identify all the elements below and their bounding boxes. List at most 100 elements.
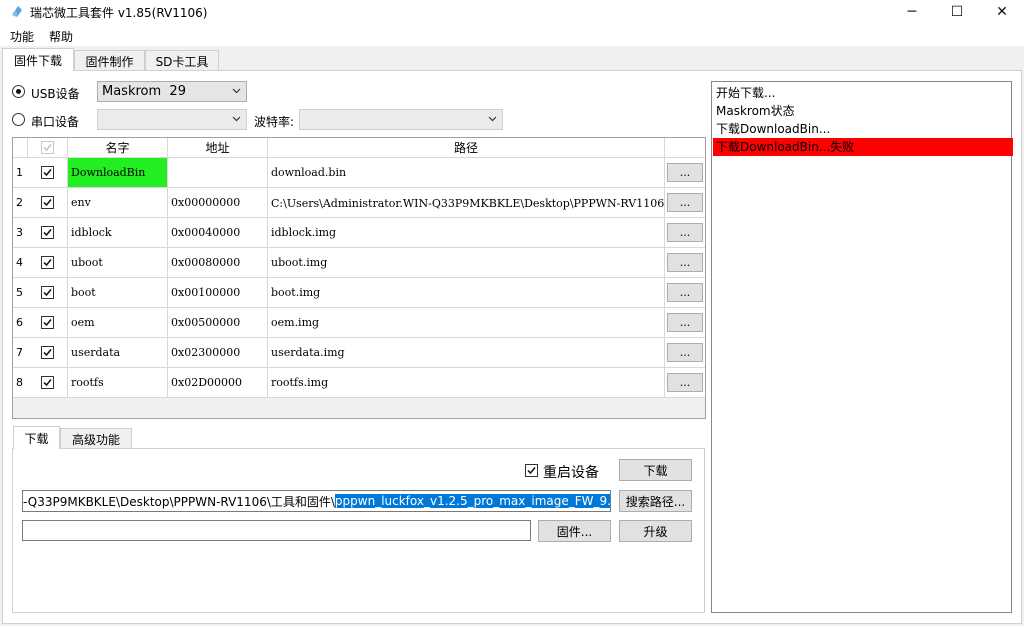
browse-cell: ... [665,308,705,338]
path-cell[interactable]: idblock.img [268,218,665,248]
path-selected-text: pppwn_luckfox_v1.2.5_pro_max_image_FW_9.… [334,494,610,508]
address-cell[interactable]: 0x00080000 [168,248,268,278]
checkmark-icon [43,229,52,237]
address-cell[interactable] [168,158,268,188]
firmware-button[interactable]: 固件... [538,520,611,542]
browse-cell: ... [665,368,705,398]
row-checkbox[interactable] [41,286,54,299]
browse-cell: ... [665,158,705,188]
reboot-checkbox[interactable] [525,464,538,477]
address-cell[interactable]: 0x02300000 [168,338,268,368]
row-checkbox[interactable] [41,166,54,179]
row-checkbox[interactable] [41,256,54,269]
checkmark-icon [527,467,536,475]
name-cell[interactable]: rootfs [68,368,168,398]
path-cell[interactable]: boot.img [268,278,665,308]
header-address: 地址 [168,138,268,158]
row-checkbox[interactable] [41,226,54,239]
path-cell[interactable]: userdata.img [268,338,665,368]
browse-cell: ... [665,218,705,248]
download-button[interactable]: 下载 [619,459,692,481]
path-cell[interactable]: oem.img [268,308,665,338]
name-cell[interactable]: env [68,188,168,218]
check-cell [28,248,68,278]
address-cell[interactable]: 0x00500000 [168,308,268,338]
browse-cell: ... [665,338,705,368]
row-checkbox[interactable] [41,346,54,359]
checkmark-icon [43,199,52,207]
tab-sd-tool[interactable]: SD卡工具 [145,50,219,71]
baud-rate-select[interactable] [299,109,503,130]
log-line: Maskrom状态 [716,104,795,118]
check-cell [28,278,68,308]
subtab-download[interactable]: 下载 [13,426,60,449]
checkmark-icon [43,144,52,152]
row-number: 4 [13,248,28,278]
browse-cell: ... [665,188,705,218]
menu-function[interactable]: 功能 [10,28,34,45]
name-cell[interactable]: boot [68,278,168,308]
path-cell[interactable]: uboot.img [268,248,665,278]
serial-label: 串口设备 [31,115,80,129]
path-cell[interactable]: download.bin [268,158,665,188]
name-cell[interactable]: userdata [68,338,168,368]
log-panel: 开始下载... Maskrom状态 下载DownloadBin... 下载Dow… [711,81,1013,613]
minimize-button[interactable]: ─ [889,0,935,24]
row-number: 2 [13,188,28,218]
browse-button[interactable]: ... [667,343,703,362]
name-cell[interactable]: idblock [68,218,168,248]
chevron-down-icon [488,116,497,122]
firmware-input[interactable] [22,520,531,541]
log-line-error: 下载DownloadBin...失败 [713,138,1013,156]
maximize-button[interactable]: ☐ [934,0,980,24]
window-title: 瑞芯微工具套件 v1.85(RV1106) [30,6,208,20]
corner-cell [13,138,28,158]
browse-cell: ... [665,248,705,278]
browse-button[interactable]: ... [667,223,703,242]
select-all-checkbox[interactable] [41,141,54,154]
serial-radio[interactable] [12,113,25,126]
usb-radio[interactable] [12,85,25,98]
path-cell[interactable]: C:\Users\Administrator.WIN-Q33P9MKBKLE\D… [268,188,665,218]
tab-firmware-download[interactable]: 固件下载 [2,48,74,71]
close-button[interactable]: ✕ [979,0,1024,24]
browse-cell: ... [665,278,705,308]
serial-device-select[interactable] [97,109,247,130]
address-cell[interactable]: 0x02D00000 [168,368,268,398]
name-cell[interactable]: DownloadBin [68,158,168,188]
app-icon [12,6,22,17]
name-cell[interactable]: uboot [68,248,168,278]
subtab-advanced[interactable]: 高级功能 [60,428,132,449]
browse-button[interactable]: ... [667,193,703,212]
menu-bar [0,24,1024,46]
browse-button[interactable]: ... [667,253,703,272]
row-checkbox[interactable] [41,316,54,329]
header-path: 路径 [268,138,665,158]
name-cell[interactable]: oem [68,308,168,338]
browse-button[interactable]: ... [667,163,703,182]
address-cell[interactable]: 0x00000000 [168,188,268,218]
path-cell[interactable]: rootfs.img [268,368,665,398]
row-checkbox[interactable] [41,196,54,209]
upgrade-button[interactable]: 升级 [619,520,692,542]
address-cell[interactable]: 0x00100000 [168,278,268,308]
usb-device-select[interactable]: Maskrom 29 [97,81,247,102]
menu-help[interactable]: 帮助 [49,28,73,45]
checkmark-icon [43,379,52,387]
row-number: 5 [13,278,28,308]
partition-table: 名字 地址 路径 1 DownloadBin download.bin... 2 env… [12,137,706,419]
path-text: -Q33P9MKBKLE\Desktop\PPPWN-RV1106\工具和固件\ [23,494,335,509]
check-cell [28,188,68,218]
browse-button[interactable]: ... [667,313,703,332]
address-cell[interactable]: 0x00040000 [168,218,268,248]
checkmark-icon [43,289,52,297]
search-path-button[interactable]: 搜索路径... [619,490,692,512]
row-checkbox[interactable] [41,376,54,389]
header-browse [665,138,705,158]
header-check [28,138,68,158]
check-cell [28,368,68,398]
firmware-path-input[interactable]: -Q33P9MKBKLE\Desktop\PPPWN-RV1106\工具和固件\… [22,490,611,512]
browse-button[interactable]: ... [667,373,703,392]
tab-firmware-make[interactable]: 固件制作 [74,50,145,71]
browse-button[interactable]: ... [667,283,703,302]
